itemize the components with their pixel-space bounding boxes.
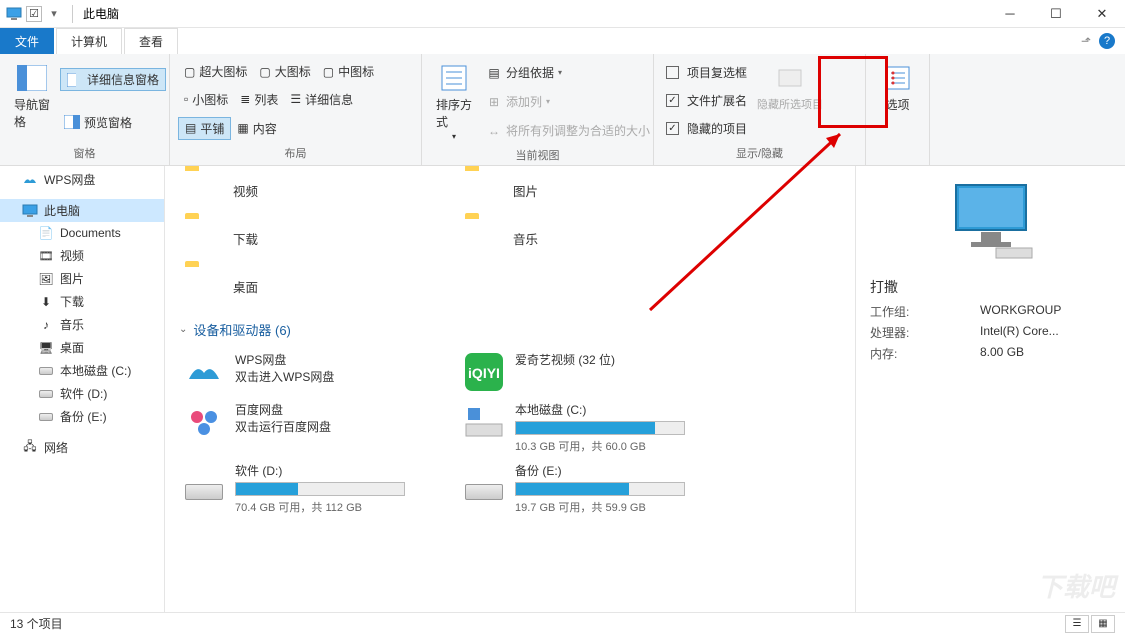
group-label-panes: 窗格 [8, 143, 161, 165]
addcol-button[interactable]: ⊞添加列 ▾ [482, 91, 654, 112]
details-title: 打撒 [870, 277, 898, 297]
sidebar-item-videos[interactable]: 🎞视频 [0, 244, 164, 267]
sidebar-item-wps[interactable]: WPS网盘 [0, 168, 164, 191]
minimize-ribbon-icon[interactable]: ⬏ [1081, 34, 1091, 48]
nav-pane-label: 导航窗格 [14, 96, 50, 130]
chk-item-checkboxes[interactable]: 项目复选框 [662, 62, 751, 83]
hide-selected-button[interactable]: 隐藏所选项目 [751, 58, 829, 143]
layout-list[interactable]: ≣列表 [234, 89, 284, 110]
sidebar-item-thispc[interactable]: 此电脑 [0, 199, 164, 222]
tab-computer[interactable]: 计算机 [56, 28, 122, 54]
maximize-button[interactable]: ☐ [1033, 0, 1079, 28]
section-devices[interactable]: ⌄设备和驱动器 (6) [179, 320, 855, 339]
svg-text:iQIYI: iQIYI [468, 365, 500, 381]
folder-desktop[interactable]: 桌面 [179, 262, 419, 310]
sidebar-item-edrive[interactable]: 备份 (E:) [0, 405, 164, 428]
autosize-button[interactable]: ↔将所有列调整为合适的大小 [482, 120, 654, 141]
details-pane-toggle[interactable]: 详细信息窗格 [60, 68, 166, 91]
sidebar-item-cdrive[interactable]: 本地磁盘 (C:) [0, 359, 164, 382]
drive-d[interactable]: 软件 (D:)70.4 GB 可用，共 112 GB [179, 458, 419, 519]
ribbon: 导航窗格 详细信息窗格 预览窗格 窗格 ▢超大图标 ▢大图标 ▢中图标 ▫小图标… [0, 54, 1125, 166]
details-pane: 打撒 工作组:WORKGROUP 处理器:Intel(R) Core... 内存… [855, 166, 1125, 612]
layout-m[interactable]: ▢中图标 [317, 61, 380, 82]
sidebar-item-ddrive[interactable]: 软件 (D:) [0, 382, 164, 405]
chk-extensions[interactable]: ✓文件扩展名 [662, 90, 751, 111]
ribbon-tabs: 文件 计算机 查看 ⬏ ? [0, 28, 1125, 54]
main-content: 视频 图片 下载 音乐 桌面 ⌄设备和驱动器 (6) WPS网盘双击进入WPS网… [179, 166, 855, 612]
sort-button[interactable]: 排序方式▾ [430, 58, 478, 145]
drive-wps[interactable]: WPS网盘双击进入WPS网盘 [179, 347, 419, 397]
layout-xl[interactable]: ▢超大图标 [178, 61, 253, 82]
statusbar: 13 个项目 ☰ ▦ [0, 612, 1125, 634]
drive-e[interactable]: 备份 (E:)19.7 GB 可用，共 59.9 GB [459, 458, 699, 519]
sidebar-item-downloads[interactable]: ⬇下载 [0, 290, 164, 313]
sidebar-item-desktop[interactable]: 🖥桌面 [0, 336, 164, 359]
tab-file[interactable]: 文件 [0, 28, 54, 54]
folder-videos[interactable]: 视频 [179, 166, 419, 214]
minimize-button[interactable]: ─ [987, 0, 1033, 28]
view-icons-button[interactable]: ▦ [1091, 615, 1115, 633]
options-button[interactable]: 选项 [874, 58, 922, 147]
preview-pane-toggle[interactable]: 预览窗格 [60, 112, 166, 133]
layout-content[interactable]: ▦内容 [231, 117, 282, 140]
folder-pictures[interactable]: 图片 [459, 166, 699, 214]
pc-icon [6, 6, 22, 22]
layout-tiles[interactable]: ▤平铺 [178, 117, 231, 140]
groupby-button[interactable]: ▤分组依据 ▾ [482, 62, 654, 83]
nav-sidebar: WPS网盘 此电脑 📄Documents 🎞视频 🖼图片 ⬇下载 ♪音乐 🖥桌面… [0, 166, 165, 612]
drive-c[interactable]: 本地磁盘 (C:)10.3 GB 可用，共 60.0 GB [459, 397, 699, 458]
qat-properties-icon[interactable]: ☑ [26, 6, 42, 22]
nav-pane-button[interactable]: 导航窗格 [8, 58, 56, 143]
view-details-button[interactable]: ☰ [1065, 615, 1089, 633]
chk-hidden[interactable]: ✓隐藏的项目 [662, 118, 751, 139]
sidebar-item-pictures[interactable]: 🖼图片 [0, 267, 164, 290]
layout-s[interactable]: ▫小图标 [178, 89, 234, 110]
qat-dropdown-icon[interactable]: ▾ [46, 6, 62, 22]
folder-music[interactable]: 音乐 [459, 214, 699, 262]
group-label-layout: 布局 [178, 143, 413, 165]
group-label-showhide: 显示/隐藏 [662, 143, 857, 165]
window-title: 此电脑 [77, 5, 119, 22]
layout-l[interactable]: ▢大图标 [253, 61, 316, 82]
folder-downloads[interactable]: 下载 [179, 214, 419, 262]
status-text: 13 个项目 [10, 615, 63, 632]
group-label-view: 当前视图 [430, 145, 645, 167]
drive-baidu[interactable]: 百度网盘双击运行百度网盘 [179, 397, 419, 458]
layout-details[interactable]: ☰详细信息 [284, 89, 359, 110]
pc-large-icon [946, 180, 1036, 263]
sidebar-item-network[interactable]: 🖧网络 [0, 436, 164, 459]
close-button[interactable]: ✕ [1079, 0, 1125, 28]
sidebar-item-documents[interactable]: 📄Documents [0, 222, 164, 244]
sidebar-item-music[interactable]: ♪音乐 [0, 313, 164, 336]
help-icon[interactable]: ? [1099, 33, 1115, 49]
drive-iqiyi[interactable]: iQIYI 爱奇艺视频 (32 位) [459, 347, 699, 397]
tab-view[interactable]: 查看 [124, 28, 178, 54]
titlebar: ☑ ▾ 此电脑 ─ ☐ ✕ [0, 0, 1125, 28]
